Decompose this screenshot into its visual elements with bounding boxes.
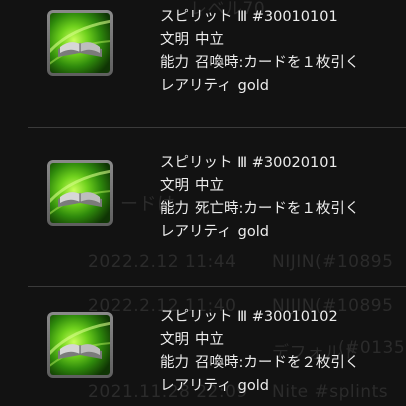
spirit-book-icon bbox=[50, 321, 110, 367]
ability-value: 召喚時:カードを２枚引く bbox=[195, 355, 360, 371]
spirit-book-icon bbox=[50, 169, 110, 215]
card-list-item[interactable]: スピリット Ⅲ #30010102 文明 中立 能力 召喚時:カードを２枚引く レア… bbox=[0, 302, 406, 406]
card-name: スピリット Ⅲ #30010101 bbox=[160, 9, 338, 25]
card-thumbnail bbox=[47, 10, 113, 76]
rarity-label: レアリティ bbox=[160, 378, 232, 394]
civ-value: 中立 bbox=[195, 32, 224, 48]
card-name: スピリット Ⅲ #30010102 bbox=[160, 309, 338, 325]
ability-label: 能力 bbox=[160, 355, 189, 371]
civ-label: 文明 bbox=[160, 332, 189, 348]
card-list-item[interactable]: スピリット Ⅲ #30010101 文明 中立 能力 召喚時:カードを１枚引く レア… bbox=[0, 0, 406, 116]
civ-value: 中立 bbox=[195, 178, 224, 194]
rarity-value: gold bbox=[237, 378, 269, 394]
rarity-label: レアリティ bbox=[160, 224, 232, 240]
card-thumbnail bbox=[47, 312, 113, 378]
spirit-book-icon bbox=[50, 19, 110, 65]
civ-label: 文明 bbox=[160, 32, 189, 48]
rarity-label: レアリティ bbox=[160, 78, 232, 94]
rarity-value: gold bbox=[237, 78, 269, 94]
card-list-item[interactable]: スピリット Ⅲ #30020101 文明 中立 能力 死亡時:カードを１枚引く レア… bbox=[0, 146, 406, 262]
ability-value: 召喚時:カードを１枚引く bbox=[195, 55, 360, 71]
rarity-value: gold bbox=[237, 224, 269, 240]
list-divider bbox=[28, 127, 406, 128]
card-thumbnail bbox=[47, 160, 113, 226]
civ-value: 中立 bbox=[195, 332, 224, 348]
ability-value: 死亡時:カードを１枚引く bbox=[195, 201, 360, 217]
list-divider bbox=[28, 286, 406, 287]
card-list-screen: レベル70 ードは 2022.2.12 11:44 NIJIN(#10895 2… bbox=[0, 0, 406, 406]
card-name: スピリット Ⅲ #30020101 bbox=[160, 155, 338, 171]
ability-label: 能力 bbox=[160, 55, 189, 71]
civ-label: 文明 bbox=[160, 178, 189, 194]
ability-label: 能力 bbox=[160, 201, 189, 217]
